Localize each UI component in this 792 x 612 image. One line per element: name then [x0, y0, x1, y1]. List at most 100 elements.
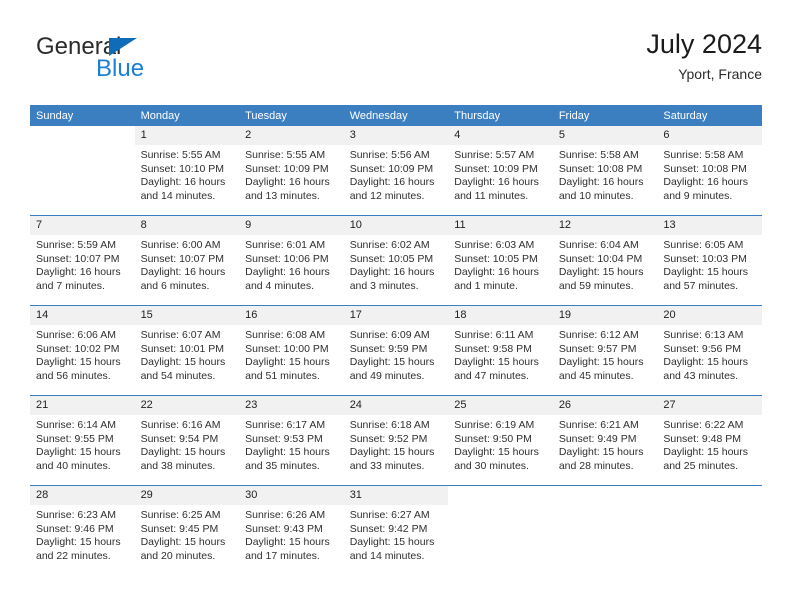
daylight-text-line1: Daylight: 16 hours [349, 176, 435, 189]
title-block: July 2024 Yport, France [646, 28, 762, 84]
daylight-text-line2: and 35 minutes. [245, 459, 320, 472]
day-sun-info: Sunrise: 5:57 AM Sunset: 10:09 PM Daylight… [448, 145, 553, 203]
day-number: 22 [134, 396, 240, 415]
daylight-text-line2: and 10 minutes. [558, 189, 634, 202]
calendar-day-cell[interactable]: 14 Sunrise: 6:06 AM Sunset: 10:02 PM Daylig… [30, 305, 135, 396]
daylight-text-line1: Daylight: 16 hours [140, 266, 226, 279]
logo-text-blue: Blue [96, 55, 145, 82]
day-cell-content: 23 Sunrise: 6:17 AM Sunset: 9:53 PM Dayligh… [239, 396, 344, 484]
day-number: 21 [30, 396, 135, 415]
sunrise-text: Sunrise: 6:04 AM [558, 239, 639, 251]
sunset-text: Sunset: 9:55 PM [36, 432, 114, 445]
sunset-text: Sunset: 9:59 PM [349, 342, 428, 355]
day-number: 2 [239, 126, 344, 145]
day-cell-content: 8 Sunrise: 6:00 AM Sunset: 10:07 PM Dayligh… [134, 216, 240, 304]
calendar-day-cell[interactable]: 12 Sunrise: 6:04 AM Sunset: 10:04 PM Daylig… [552, 215, 658, 306]
sunset-text: Sunset: 10:08 PM [663, 162, 747, 175]
calendar-day-cell[interactable]: 21 Sunrise: 6:14 AM Sunset: 9:55 PM Dayligh… [30, 395, 135, 486]
calendar-day-cell[interactable]: 8 Sunrise: 6:00 AM Sunset: 10:07 PM Dayligh… [134, 215, 240, 306]
calendar-day-cell[interactable]: 7 Sunrise: 5:59 AM Sunset: 10:07 PM Dayligh… [30, 215, 135, 306]
sunrise-text: Sunrise: 6:05 AM [663, 239, 744, 251]
day-cell-content [553, 486, 658, 574]
calendar-day-cell[interactable]: 22 Sunrise: 6:16 AM Sunset: 9:54 PM Dayligh… [134, 395, 240, 486]
daylight-text-line2: and 49 minutes. [349, 369, 425, 382]
sunrise-text: Sunrise: 5:58 AM [663, 149, 744, 161]
day-number: 3 [343, 126, 449, 145]
day-number: 4 [448, 126, 553, 145]
sunset-text: Sunset: 10:07 PM [140, 252, 225, 265]
calendar-day-cell[interactable]: 23 Sunrise: 6:17 AM Sunset: 9:53 PM Dayligh… [239, 395, 344, 486]
day-cell-content: 17 Sunrise: 6:09 AM Sunset: 9:59 PM Dayligh… [343, 306, 449, 394]
calendar-day-cell[interactable]: 13 Sunrise: 6:05 AM Sunset: 10:03 PM Daylig… [657, 215, 762, 306]
calendar-day-cell[interactable]: 26 Sunrise: 6:21 AM Sunset: 9:49 PM Dayligh… [552, 395, 658, 486]
daylight-text-line1: Daylight: 16 hours [349, 266, 435, 279]
calendar-day-cell [552, 485, 658, 575]
day-cell-content: 11 Sunrise: 6:03 AM Sunset: 10:05 PM Daylig… [448, 216, 553, 304]
daylight-text-line1: Daylight: 15 hours [558, 446, 644, 459]
calendar-day-cell[interactable]: 17 Sunrise: 6:09 AM Sunset: 9:59 PM Dayligh… [343, 305, 449, 396]
day-number: 20 [657, 306, 762, 325]
day-number: 16 [239, 306, 344, 325]
sunset-text: Sunset: 9:49 PM [558, 432, 637, 445]
calendar-day-cell[interactable]: 31 Sunrise: 6:27 AM Sunset: 9:42 PM Dayligh… [343, 485, 449, 575]
day-number: 25 [448, 396, 553, 415]
sunset-text: Sunset: 10:05 PM [454, 252, 538, 265]
day-number: 8 [134, 216, 240, 235]
calendar-day-cell[interactable]: 16 Sunrise: 6:08 AM Sunset: 10:00 PM Daylig… [239, 305, 344, 396]
day-cell-content: 18 Sunrise: 6:11 AM Sunset: 9:58 PM Dayligh… [448, 306, 553, 394]
day-sun-info: Sunrise: 6:02 AM Sunset: 10:05 PM Daylight… [344, 235, 449, 293]
day-cell-content: 20 Sunrise: 6:13 AM Sunset: 9:56 PM Dayligh… [657, 306, 762, 394]
calendar-day-cell[interactable]: 2 Sunrise: 5:55 AM Sunset: 10:09 PM Dayligh… [239, 126, 344, 216]
sunset-text: Sunset: 10:03 PM [663, 252, 747, 265]
calendar-day-cell[interactable]: 11 Sunrise: 6:03 AM Sunset: 10:05 PM Daylig… [448, 215, 553, 306]
daylight-text-line2: and 9 minutes. [663, 189, 733, 202]
calendar-day-cell[interactable]: 4 Sunrise: 5:57 AM Sunset: 10:09 PM Dayligh… [448, 126, 553, 216]
day-sun-info: Sunrise: 6:00 AM Sunset: 10:07 PM Daylight… [135, 235, 240, 293]
calendar-day-cell[interactable]: 25 Sunrise: 6:19 AM Sunset: 9:50 PM Dayligh… [448, 395, 553, 486]
calendar-day-cell[interactable]: 27 Sunrise: 6:22 AM Sunset: 9:48 PM Dayligh… [657, 395, 762, 486]
general-blue-logo: General Blue [36, 34, 216, 90]
day-number: 31 [343, 486, 449, 505]
sunset-text: Sunset: 9:48 PM [663, 432, 742, 445]
logo-triangle-icon [109, 38, 137, 56]
sunset-text: Sunset: 10:02 PM [36, 342, 120, 355]
calendar-day-cell[interactable]: 19 Sunrise: 6:12 AM Sunset: 9:57 PM Dayligh… [552, 305, 658, 396]
daylight-text-line2: and 30 minutes. [454, 459, 529, 472]
calendar-day-cell[interactable]: 20 Sunrise: 6:13 AM Sunset: 9:56 PM Dayligh… [657, 305, 762, 396]
calendar-day-cell[interactable]: 15 Sunrise: 6:07 AM Sunset: 10:01 PM Daylig… [134, 305, 240, 396]
day-sun-info: Sunrise: 5:59 AM Sunset: 10:07 PM Daylight… [30, 235, 135, 293]
sunrise-text: Sunrise: 6:26 AM [245, 509, 326, 521]
day-cell-content: 31 Sunrise: 6:27 AM Sunset: 9:42 PM Dayligh… [343, 486, 449, 574]
calendar-day-cell[interactable]: 24 Sunrise: 6:18 AM Sunset: 9:52 PM Dayligh… [343, 395, 449, 486]
page-subtitle-location: Yport, France [678, 66, 762, 82]
day-sun-info: Sunrise: 6:13 AM Sunset: 9:56 PM Daylight:… [657, 325, 762, 383]
sunrise-text: Sunrise: 6:17 AM [245, 419, 326, 431]
daylight-text-line2: and 59 minutes. [558, 279, 634, 292]
calendar-page: General Blue July 2024 Yport, France Sun… [0, 0, 792, 612]
day-number: 24 [343, 396, 449, 415]
weekday-header-friday: Friday [552, 105, 658, 126]
day-sun-info: Sunrise: 6:25 AM Sunset: 9:45 PM Daylight:… [135, 505, 240, 563]
sunset-text: Sunset: 10:07 PM [36, 252, 120, 265]
day-cell-content: 22 Sunrise: 6:16 AM Sunset: 9:54 PM Dayligh… [134, 396, 240, 484]
calendar-day-cell[interactable]: 30 Sunrise: 6:26 AM Sunset: 9:43 PM Dayligh… [239, 485, 344, 575]
calendar-day-cell[interactable]: 3 Sunrise: 5:56 AM Sunset: 10:09 PM Dayligh… [343, 126, 449, 216]
calendar-day-cell[interactable]: 18 Sunrise: 6:11 AM Sunset: 9:58 PM Dayligh… [448, 305, 553, 396]
daylight-text-line2: and 33 minutes. [349, 459, 425, 472]
sunrise-text: Sunrise: 6:14 AM [36, 419, 116, 431]
sunset-text: Sunset: 9:56 PM [663, 342, 742, 355]
calendar-day-cell[interactable]: 5 Sunrise: 5:58 AM Sunset: 10:08 PM Dayligh… [552, 126, 658, 216]
day-cell-content: 15 Sunrise: 6:07 AM Sunset: 10:01 PM Daylig… [134, 306, 240, 394]
day-cell-content: 2 Sunrise: 5:55 AM Sunset: 10:09 PM Dayligh… [239, 126, 344, 214]
daylight-text-line2: and 43 minutes. [663, 369, 739, 382]
calendar-week-row: 21 Sunrise: 6:14 AM Sunset: 9:55 PM Dayligh… [30, 395, 762, 486]
calendar-day-cell[interactable]: 10 Sunrise: 6:02 AM Sunset: 10:05 PM Daylig… [343, 215, 449, 306]
daylight-text-line1: Daylight: 16 hours [140, 176, 226, 189]
calendar-day-cell[interactable]: 1 Sunrise: 5:55 AM Sunset: 10:10 PM Dayligh… [134, 126, 240, 216]
calendar-day-cell[interactable]: 29 Sunrise: 6:25 AM Sunset: 9:45 PM Dayligh… [134, 485, 240, 575]
calendar-day-cell[interactable]: 9 Sunrise: 6:01 AM Sunset: 10:06 PM Dayligh… [239, 215, 344, 306]
daylight-text-line2: and 3 minutes. [349, 279, 419, 292]
sunrise-text: Sunrise: 5:56 AM [349, 149, 430, 161]
calendar-day-cell[interactable]: 28 Sunrise: 6:23 AM Sunset: 9:46 PM Dayligh… [30, 485, 135, 575]
calendar-day-cell[interactable]: 6 Sunrise: 5:58 AM Sunset: 10:08 PM Dayligh… [657, 126, 762, 216]
